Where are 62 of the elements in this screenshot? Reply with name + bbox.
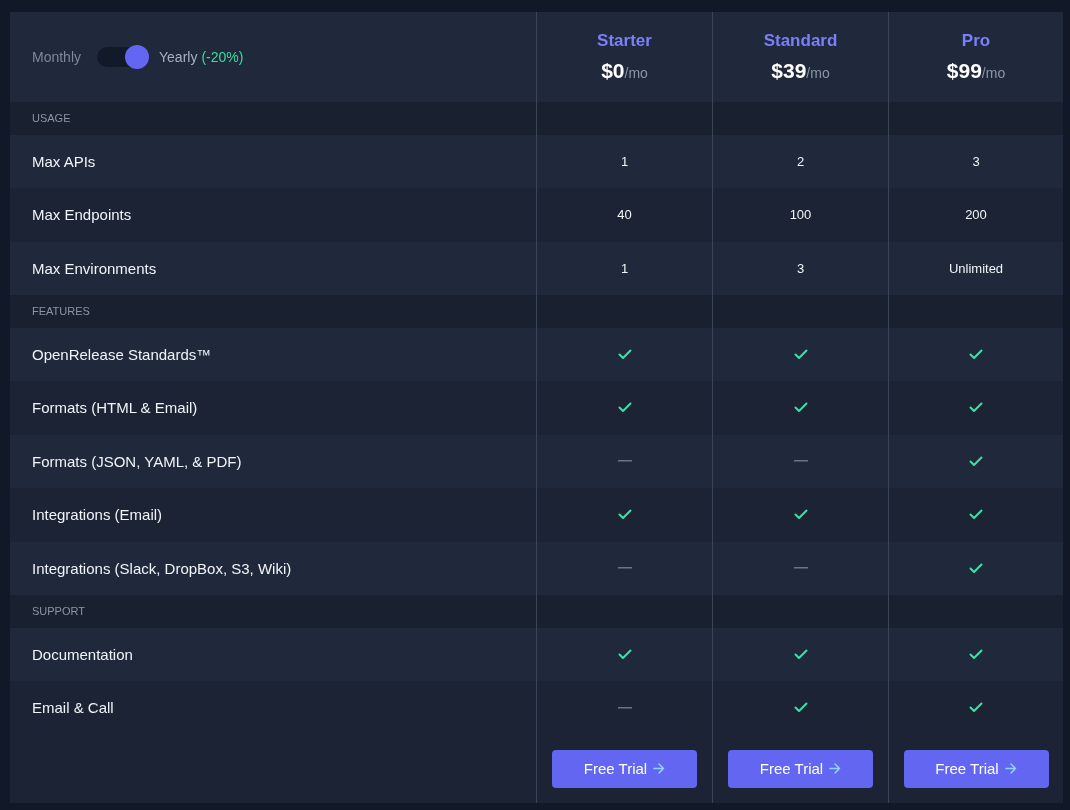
check-icon <box>617 348 632 360</box>
free-trial-button[interactable]: Free Trial <box>903 749 1049 788</box>
section-title: SUPPORT <box>32 605 85 618</box>
check-icon <box>617 402 632 414</box>
section-title: USAGE <box>32 112 71 125</box>
free-trial-button[interactable]: Free Trial <box>552 749 697 788</box>
dash-icon <box>617 567 632 570</box>
dash-icon <box>617 706 632 709</box>
table-cell: 1 <box>620 260 629 276</box>
check-icon <box>793 648 808 660</box>
yearly-label: Yearly <box>159 49 198 65</box>
check-icon <box>969 648 983 660</box>
price-period: /mo <box>981 65 1006 81</box>
table-cell: Unlimited <box>948 260 1004 276</box>
table-cell: 2 <box>796 153 805 169</box>
feature-label: Max Endpoints <box>32 206 132 224</box>
feature-label: Integrations (Email) <box>32 506 163 524</box>
table-cell: 200 <box>965 207 987 223</box>
table-cell: 3 <box>972 153 980 169</box>
dash-icon <box>793 567 808 570</box>
table-cell: 3 <box>796 260 805 276</box>
plan-price: $0 <box>601 59 625 82</box>
billing-toggle[interactable] <box>97 47 148 67</box>
arrow-right-icon <box>829 763 842 774</box>
check-icon <box>793 402 808 414</box>
discount-label: (-20%) <box>201 49 244 65</box>
check-icon <box>969 402 983 414</box>
monthly-label: Monthly <box>32 49 82 65</box>
arrow-right-icon <box>653 763 666 774</box>
check-icon <box>969 348 983 360</box>
check-icon <box>617 509 632 521</box>
table-cell: 40 <box>617 207 632 223</box>
feature-label: Formats (HTML & Email) <box>32 399 198 417</box>
check-icon <box>793 348 808 360</box>
feature-label: Max Environments <box>32 259 157 277</box>
plan-price: $39 <box>771 59 807 82</box>
feature-label: Integrations (Slack, DropBox, S3, Wiki) <box>32 559 292 577</box>
free-trial-button[interactable]: Free Trial <box>728 749 873 788</box>
price-period: /mo <box>806 65 830 81</box>
check-icon <box>969 509 983 521</box>
plan-name: Standard <box>763 31 838 51</box>
feature-label: Formats (JSON, YAML, & PDF) <box>32 452 242 470</box>
table-cell: 1 <box>620 153 629 169</box>
feature-label: Documentation <box>32 645 133 663</box>
check-icon <box>969 562 983 574</box>
feature-label: Max APIs <box>32 152 96 170</box>
dash-icon <box>793 460 808 463</box>
check-icon <box>793 702 808 714</box>
arrow-right-icon <box>1004 763 1017 774</box>
feature-label: OpenRelease Standards™ <box>32 345 212 363</box>
table-cell: 100 <box>789 207 812 223</box>
plan-price: $99 <box>946 59 982 82</box>
check-icon <box>969 702 983 714</box>
price-period: /mo <box>624 65 648 81</box>
feature-label: Email & Call <box>32 699 114 717</box>
section-title: FEATURES <box>32 305 90 318</box>
check-icon <box>969 455 983 467</box>
check-icon <box>793 509 808 521</box>
plan-name: Pro <box>961 31 991 51</box>
dash-icon <box>617 460 632 463</box>
check-icon <box>617 648 632 660</box>
plan-name: Starter <box>597 31 652 51</box>
